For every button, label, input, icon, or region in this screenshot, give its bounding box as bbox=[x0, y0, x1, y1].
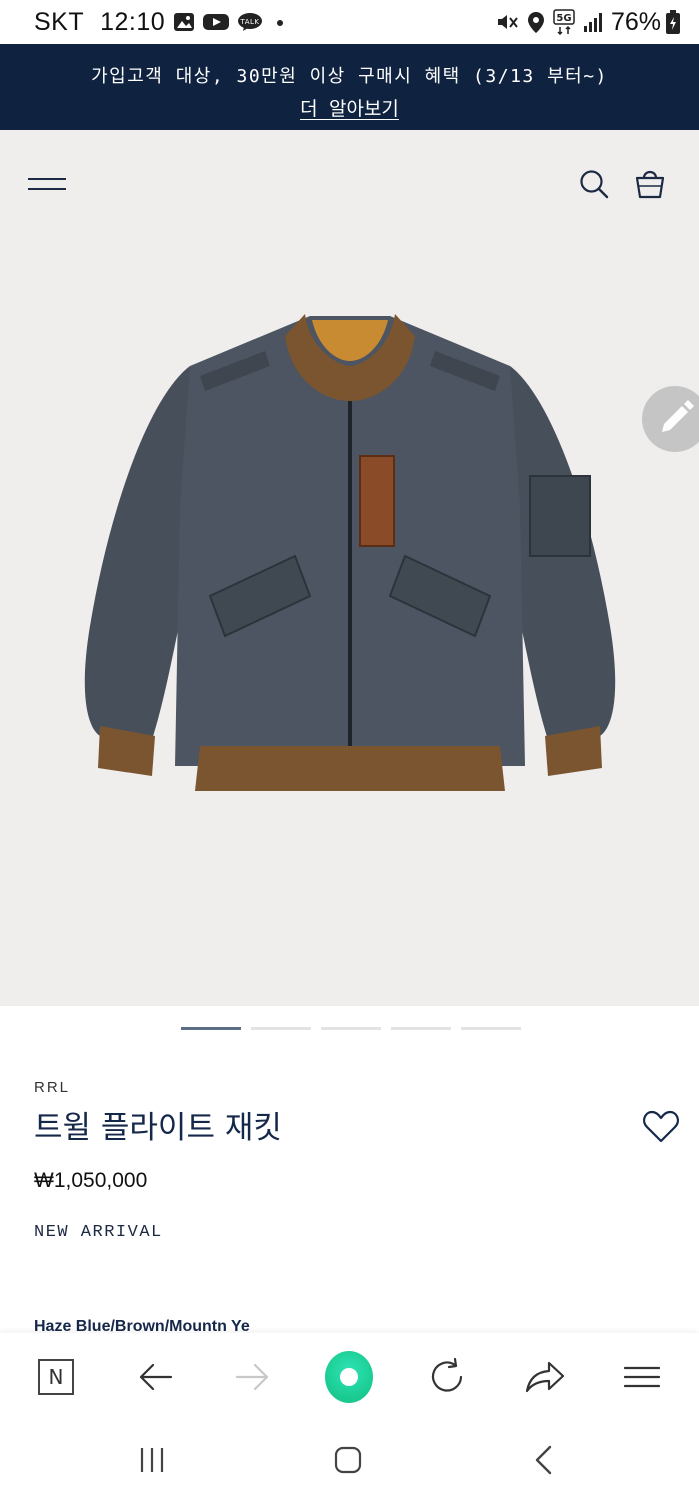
chevron-left-icon bbox=[535, 1445, 552, 1475]
new-arrival-badge: NEW ARRIVAL bbox=[34, 1223, 163, 1242]
system-nav-bar bbox=[0, 1421, 699, 1500]
battery-percent: 76% bbox=[610, 7, 661, 36]
battery-icon bbox=[666, 10, 680, 34]
menu-button[interactable] bbox=[28, 174, 68, 198]
reload-button[interactable] bbox=[423, 1353, 471, 1401]
svg-text:5G: 5G bbox=[556, 13, 571, 24]
carousel-dot[interactable] bbox=[391, 1027, 451, 1030]
clock: 12:10 bbox=[100, 7, 166, 36]
gallery-icon bbox=[174, 13, 195, 31]
shopping-bag-icon[interactable] bbox=[634, 166, 666, 200]
reload-icon bbox=[431, 1358, 463, 1392]
heart-icon[interactable] bbox=[642, 1110, 680, 1144]
talk-icon: TALK bbox=[238, 13, 263, 31]
dot-icon bbox=[277, 20, 284, 26]
screen: SKT 12:10 TALK 5G 76% 가입고객 대상, 30만원 이상 구… bbox=[0, 0, 699, 1500]
jacket-product-photo bbox=[84, 314, 616, 791]
back-button[interactable] bbox=[131, 1353, 179, 1401]
youtube-icon bbox=[203, 14, 230, 30]
arrow-right-icon bbox=[235, 1363, 269, 1391]
product-title: 트윌 플라이트 재킷 bbox=[34, 1110, 282, 1146]
carrier-label: SKT bbox=[34, 7, 85, 36]
location-icon bbox=[527, 12, 544, 33]
promo-banner: 가입고객 대상, 30만원 이상 구매시 혜택 (3/13 부터~) 더 알아보… bbox=[0, 44, 699, 130]
recent-apps-icon bbox=[140, 1448, 164, 1472]
arrow-left-icon bbox=[139, 1363, 173, 1391]
green-home-button[interactable] bbox=[325, 1351, 373, 1403]
carousel-dot[interactable] bbox=[461, 1027, 521, 1030]
carousel-dot[interactable] bbox=[251, 1027, 311, 1030]
signal-icon bbox=[583, 13, 602, 32]
network-5g-icon: 5G bbox=[553, 9, 575, 35]
browser-menu-button[interactable] bbox=[618, 1353, 666, 1401]
carousel-dot[interactable] bbox=[321, 1027, 381, 1030]
home-button[interactable] bbox=[323, 1437, 373, 1483]
status-left: SKT 12:10 TALK bbox=[34, 8, 285, 37]
learn-more-link[interactable]: 더 알아보기 bbox=[300, 94, 399, 121]
naver-home-button[interactable]: N bbox=[32, 1353, 80, 1401]
carousel-dot[interactable] bbox=[181, 1027, 241, 1030]
share-icon bbox=[525, 1361, 565, 1393]
status-right: 5G 76% bbox=[495, 8, 681, 37]
edit-fab-button[interactable] bbox=[642, 386, 699, 452]
green-dot-icon bbox=[325, 1351, 373, 1403]
status-bar: SKT 12:10 TALK 5G 76% bbox=[0, 0, 699, 44]
brand-label: RRL bbox=[34, 1079, 71, 1096]
product-price: ₩1,050,000 bbox=[34, 1169, 148, 1192]
search-icon[interactable] bbox=[578, 168, 610, 200]
system-back-button[interactable] bbox=[519, 1437, 569, 1483]
promo-text: 가입고객 대상, 30만원 이상 구매시 혜택 (3/13 부터~) bbox=[91, 66, 608, 87]
svg-text:TALK: TALK bbox=[240, 18, 260, 26]
forward-button[interactable] bbox=[229, 1353, 277, 1401]
product-gallery[interactable] bbox=[0, 130, 699, 1006]
hamburger-icon bbox=[28, 178, 66, 180]
hamburger-menu-icon bbox=[624, 1366, 660, 1388]
share-button[interactable] bbox=[521, 1353, 569, 1401]
recent-apps-button[interactable] bbox=[127, 1437, 177, 1483]
pencil-icon bbox=[662, 400, 694, 432]
mute-icon bbox=[497, 15, 518, 29]
browser-toolbar: N bbox=[0, 1333, 699, 1421]
carousel-indicator bbox=[181, 1027, 531, 1030]
home-square-icon bbox=[334, 1446, 362, 1474]
n-icon: N bbox=[38, 1359, 74, 1395]
